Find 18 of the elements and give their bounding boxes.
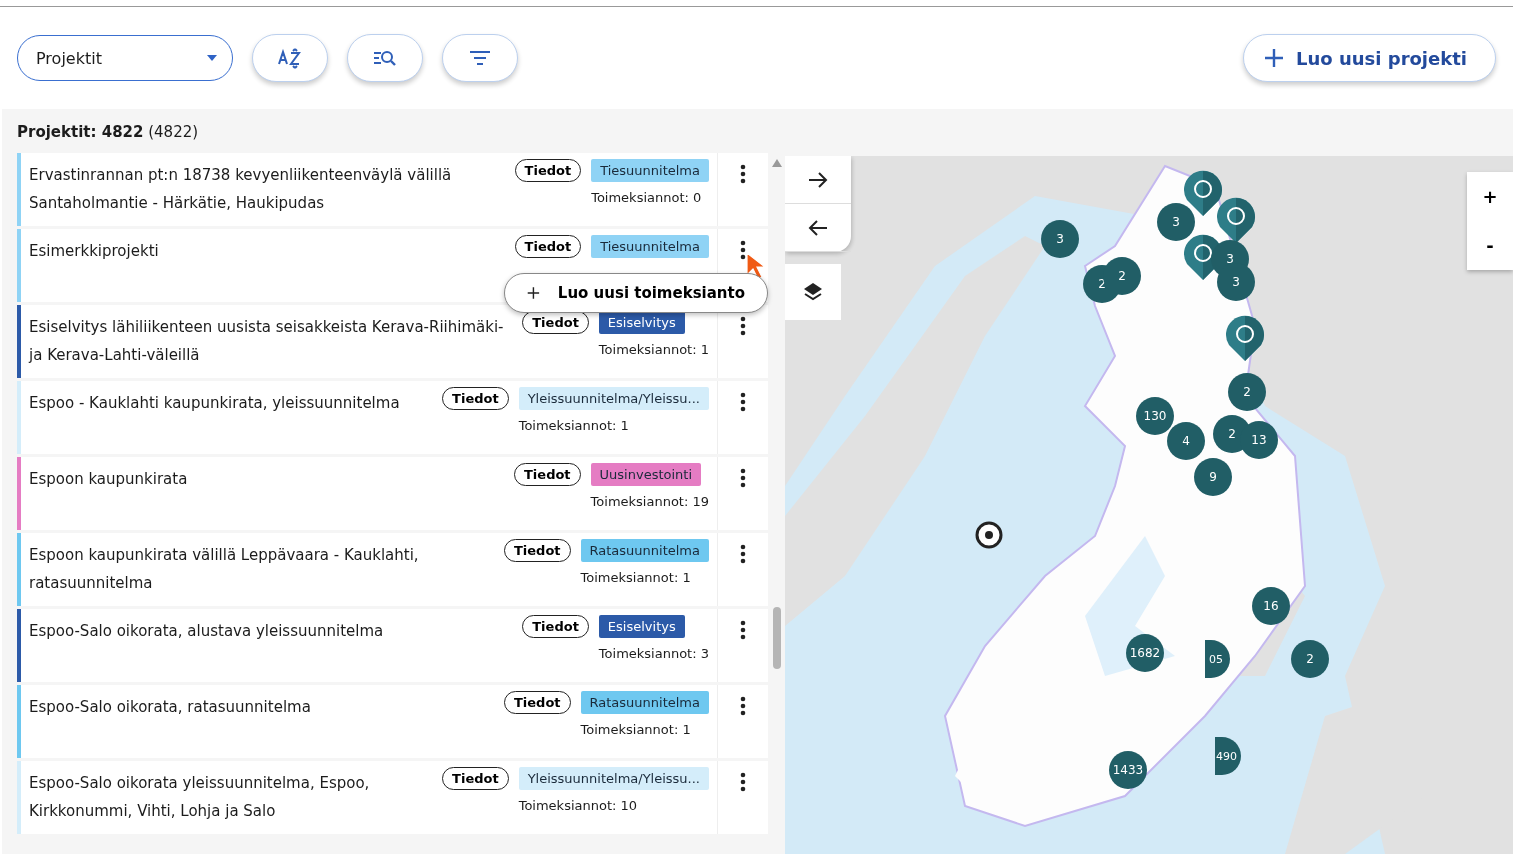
assignment-count: Toimeksiannot: 3 <box>598 646 709 661</box>
projects-count: Projektit: 4822 (4822) <box>16 122 200 143</box>
type-tag: Ratasuunnitelma <box>580 691 709 714</box>
assignment-count: Toimeksiannot: 19 <box>590 494 709 509</box>
assignment-count: Toimeksiannot: 0 <box>591 190 702 205</box>
type-tag: Yleissuunnitelma/Yleissu... <box>518 767 709 790</box>
assignment-count: Toimeksiannot: 1 <box>580 722 691 737</box>
type-tag: Esiselvitys <box>598 311 685 334</box>
assignment-count: Toimeksiannot: 10 <box>518 798 638 813</box>
assignment-count: Toimeksiannot: 1 <box>580 570 691 585</box>
assignment-count: Toimeksiannot: 1 <box>518 418 629 433</box>
type-tag: Tiesuunnitelma <box>591 159 709 182</box>
assignment-count: Toimeksiannot: 1 <box>598 342 709 357</box>
type-tag: Uusinvestointi <box>590 463 702 486</box>
type-tag: Tiesuunnitelma <box>591 235 709 258</box>
type-tag: Esiselvitys <box>598 615 685 638</box>
type-tag: Yleissuunnitelma/Yleissu... <box>518 387 709 410</box>
type-tag: Ratasuunnitelma <box>580 539 709 562</box>
